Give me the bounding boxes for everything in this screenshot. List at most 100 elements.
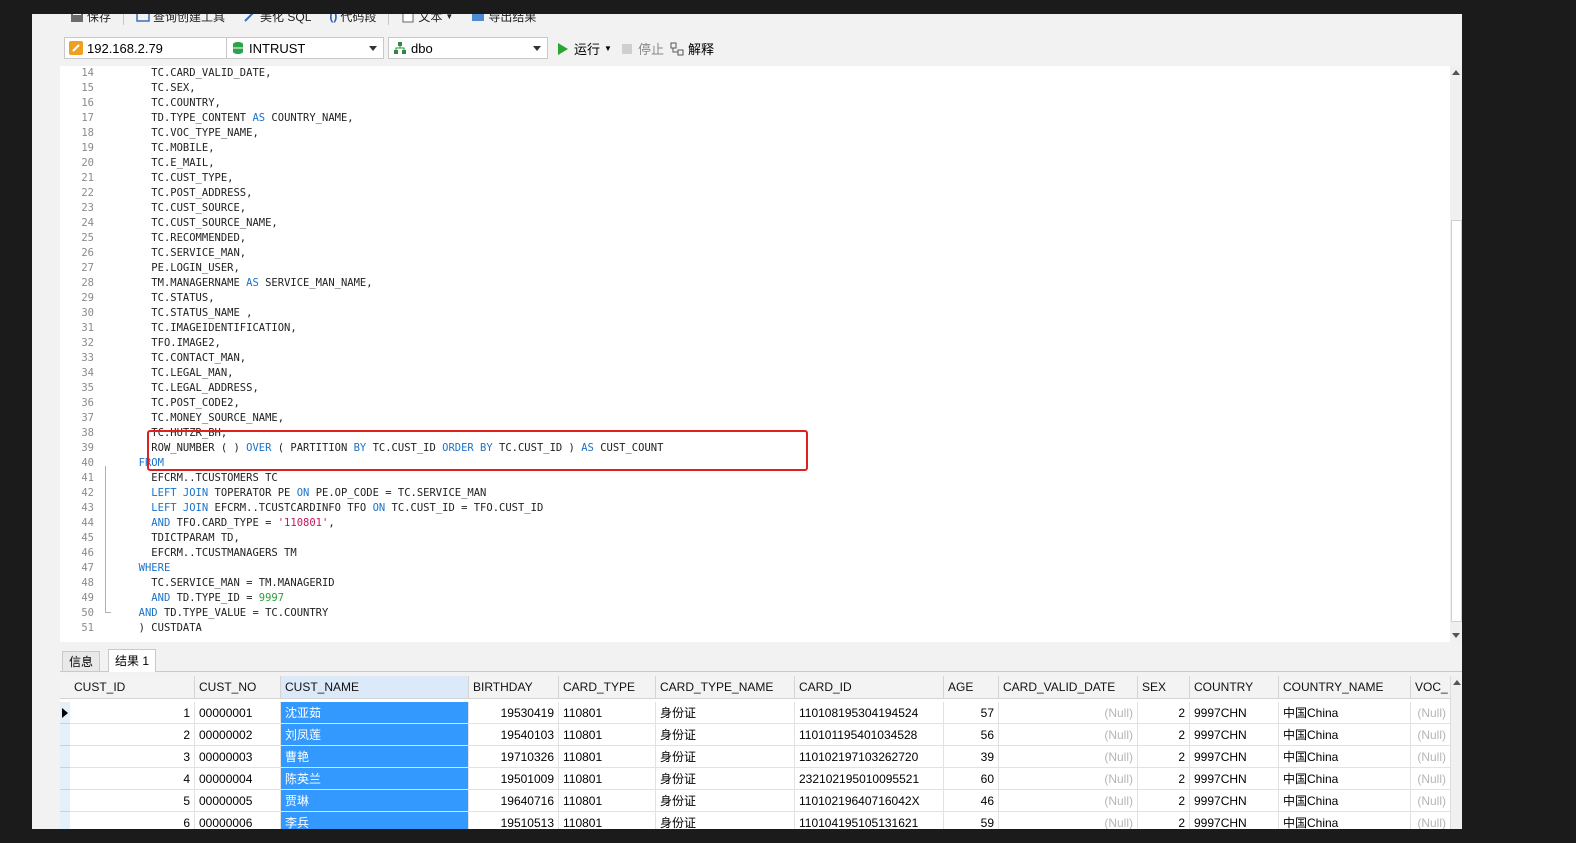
table-cell-voc[interactable]: (Null): [1411, 746, 1451, 768]
table-cell-card-valid-date[interactable]: (Null): [999, 724, 1138, 746]
scroll-down-icon[interactable]: [1452, 633, 1460, 638]
table-cell-cust-name[interactable]: 曹艳: [281, 746, 469, 768]
result-grid[interactable]: CUST_ID CUST_NO CUST_NAME BIRTHDAY CARD_TYPE…: [60, 676, 1462, 829]
beautify-sql-button[interactable]: 美化 SQL: [237, 14, 317, 25]
table-cell-sex[interactable]: 2: [1138, 746, 1190, 768]
column-header[interactable]: COUNTRY: [1190, 676, 1279, 698]
table-cell-cust-no[interactable]: 00000006: [195, 812, 281, 829]
row-selector[interactable]: [60, 812, 70, 829]
column-header[interactable]: CUST_NAME: [281, 676, 469, 698]
table-cell-country[interactable]: 9997CHN: [1190, 790, 1279, 812]
table-row[interactable]: 2 00000002 刘凤莲 19540103 110801 身份证 11010119540…: [60, 724, 1462, 746]
table-cell-cust-id[interactable]: 5: [70, 790, 195, 812]
table-cell-age[interactable]: 46: [944, 790, 999, 812]
table-cell-sex[interactable]: 2: [1138, 724, 1190, 746]
scrollbar-thumb[interactable]: [1451, 220, 1462, 622]
column-header[interactable]: CARD_ID: [795, 676, 944, 698]
table-cell-cust-id[interactable]: 4: [70, 768, 195, 790]
table-row[interactable]: 6 00000006 李兵 19510513 110801 身份证 110104195105…: [60, 812, 1462, 829]
table-cell-card-type-name[interactable]: 身份证: [656, 790, 795, 812]
table-cell-country[interactable]: 9997CHN: [1190, 702, 1279, 724]
table-cell-country-name[interactable]: 中国China: [1279, 746, 1411, 768]
text-mode-button[interactable]: 文本 ▼: [395, 14, 459, 25]
table-cell-voc[interactable]: (Null): [1411, 812, 1451, 829]
table-cell-cust-no[interactable]: 00000003: [195, 746, 281, 768]
table-cell-country[interactable]: 9997CHN: [1190, 746, 1279, 768]
table-cell-birthday[interactable]: 19530419: [469, 702, 559, 724]
table-cell-card-id[interactable]: 110101195401034528: [795, 724, 944, 746]
column-header[interactable]: CUST_NO: [195, 676, 281, 698]
table-cell-card-type-name[interactable]: 身份证: [656, 812, 795, 829]
table-cell-card-id[interactable]: 110104195105131621: [795, 812, 944, 829]
save-button[interactable]: 保存: [64, 14, 117, 25]
tab-result-1[interactable]: 结果 1: [108, 649, 157, 672]
sql-editor[interactable]: 14 15 16 17 18 19 20 21 22 23 24 25 26 27 28 29 30 31 32 33…: [60, 66, 1450, 642]
table-cell-age[interactable]: 39: [944, 746, 999, 768]
row-selector[interactable]: [60, 702, 70, 724]
table-cell-sex[interactable]: 2: [1138, 790, 1190, 812]
stop-button[interactable]: 停止: [620, 39, 664, 58]
table-row[interactable]: 5 00000005 贾琳 19640716 110801 身份证 110102196407…: [60, 790, 1462, 812]
table-cell-country[interactable]: 9997CHN: [1190, 812, 1279, 829]
table-cell-voc[interactable]: (Null): [1411, 702, 1451, 724]
row-selector[interactable]: [60, 746, 70, 768]
table-cell-card-type[interactable]: 110801: [559, 790, 656, 812]
table-cell-card-valid-date[interactable]: (Null): [999, 768, 1138, 790]
table-cell-cust-id[interactable]: 3: [70, 746, 195, 768]
table-cell-card-type-name[interactable]: 身份证: [656, 746, 795, 768]
table-cell-birthday[interactable]: 19510513: [469, 812, 559, 829]
table-cell-age[interactable]: 60: [944, 768, 999, 790]
table-cell-country-name[interactable]: 中国China: [1279, 702, 1411, 724]
column-header[interactable]: CARD_TYPE: [559, 676, 656, 698]
grid-scrollbar[interactable]: [1450, 676, 1462, 829]
column-header[interactable]: VOC_: [1411, 676, 1451, 698]
table-cell-sex[interactable]: 2: [1138, 702, 1190, 724]
table-cell-sex[interactable]: 2: [1138, 768, 1190, 790]
table-cell-cust-no[interactable]: 00000004: [195, 768, 281, 790]
table-cell-cust-no[interactable]: 00000002: [195, 724, 281, 746]
table-cell-card-type[interactable]: 110801: [559, 768, 656, 790]
table-cell-cust-no[interactable]: 00000001: [195, 702, 281, 724]
table-cell-age[interactable]: 59: [944, 812, 999, 829]
table-cell-card-type[interactable]: 110801: [559, 702, 656, 724]
table-cell-card-id[interactable]: 110108195304194524: [795, 702, 944, 724]
table-cell-cust-id[interactable]: 1: [70, 702, 195, 724]
table-cell-card-type-name[interactable]: 身份证: [656, 768, 795, 790]
table-cell-cust-name[interactable]: 李兵: [281, 812, 469, 829]
table-cell-country-name[interactable]: 中国China: [1279, 790, 1411, 812]
export-result-button[interactable]: 导出结果: [465, 14, 542, 25]
scroll-up-icon[interactable]: [1453, 680, 1461, 685]
table-cell-birthday[interactable]: 19501009: [469, 768, 559, 790]
column-header[interactable]: CUST_ID: [70, 676, 195, 698]
table-cell-card-type-name[interactable]: 身份证: [656, 724, 795, 746]
table-cell-age[interactable]: 57: [944, 702, 999, 724]
column-header[interactable]: SEX: [1138, 676, 1190, 698]
table-cell-cust-no[interactable]: 00000005: [195, 790, 281, 812]
table-cell-card-type[interactable]: 110801: [559, 746, 656, 768]
table-cell-birthday[interactable]: 19710326: [469, 746, 559, 768]
table-cell-voc[interactable]: (Null): [1411, 724, 1451, 746]
run-button[interactable]: 运行 ▼: [556, 39, 612, 58]
table-row[interactable]: 3 00000003 曹艳 19710326 110801 身份证 110102197103…: [60, 746, 1462, 768]
table-row[interactable]: 1 00000001 沈亚茹 19530419 110801 身份证 11010819530…: [60, 702, 1462, 724]
scroll-up-icon[interactable]: [1452, 70, 1460, 75]
table-cell-cust-id[interactable]: 2: [70, 724, 195, 746]
table-cell-card-type[interactable]: 110801: [559, 812, 656, 829]
column-header[interactable]: COUNTRY_NAME: [1279, 676, 1411, 698]
table-cell-card-id[interactable]: 11010219640716042X: [795, 790, 944, 812]
explain-button[interactable]: 解释: [670, 39, 714, 58]
table-row[interactable]: 4 00000004 陈英兰 19501009 110801 身份证 23210219501…: [60, 768, 1462, 790]
query-builder-button[interactable]: 查询创建工具: [130, 14, 231, 25]
table-cell-country[interactable]: 9997CHN: [1190, 768, 1279, 790]
table-cell-age[interactable]: 56: [944, 724, 999, 746]
table-cell-voc[interactable]: (Null): [1411, 790, 1451, 812]
table-cell-card-id[interactable]: 110102197103262720: [795, 746, 944, 768]
tab-info[interactable]: 信息: [62, 651, 101, 671]
table-cell-birthday[interactable]: 19640716: [469, 790, 559, 812]
database-select[interactable]: INTRUST: [226, 37, 384, 59]
table-cell-card-valid-date[interactable]: (Null): [999, 812, 1138, 829]
table-cell-country-name[interactable]: 中国China: [1279, 768, 1411, 790]
column-header[interactable]: AGE: [944, 676, 999, 698]
code-snippet-button[interactable]: () 代码段: [323, 14, 382, 25]
table-cell-card-valid-date[interactable]: (Null): [999, 746, 1138, 768]
